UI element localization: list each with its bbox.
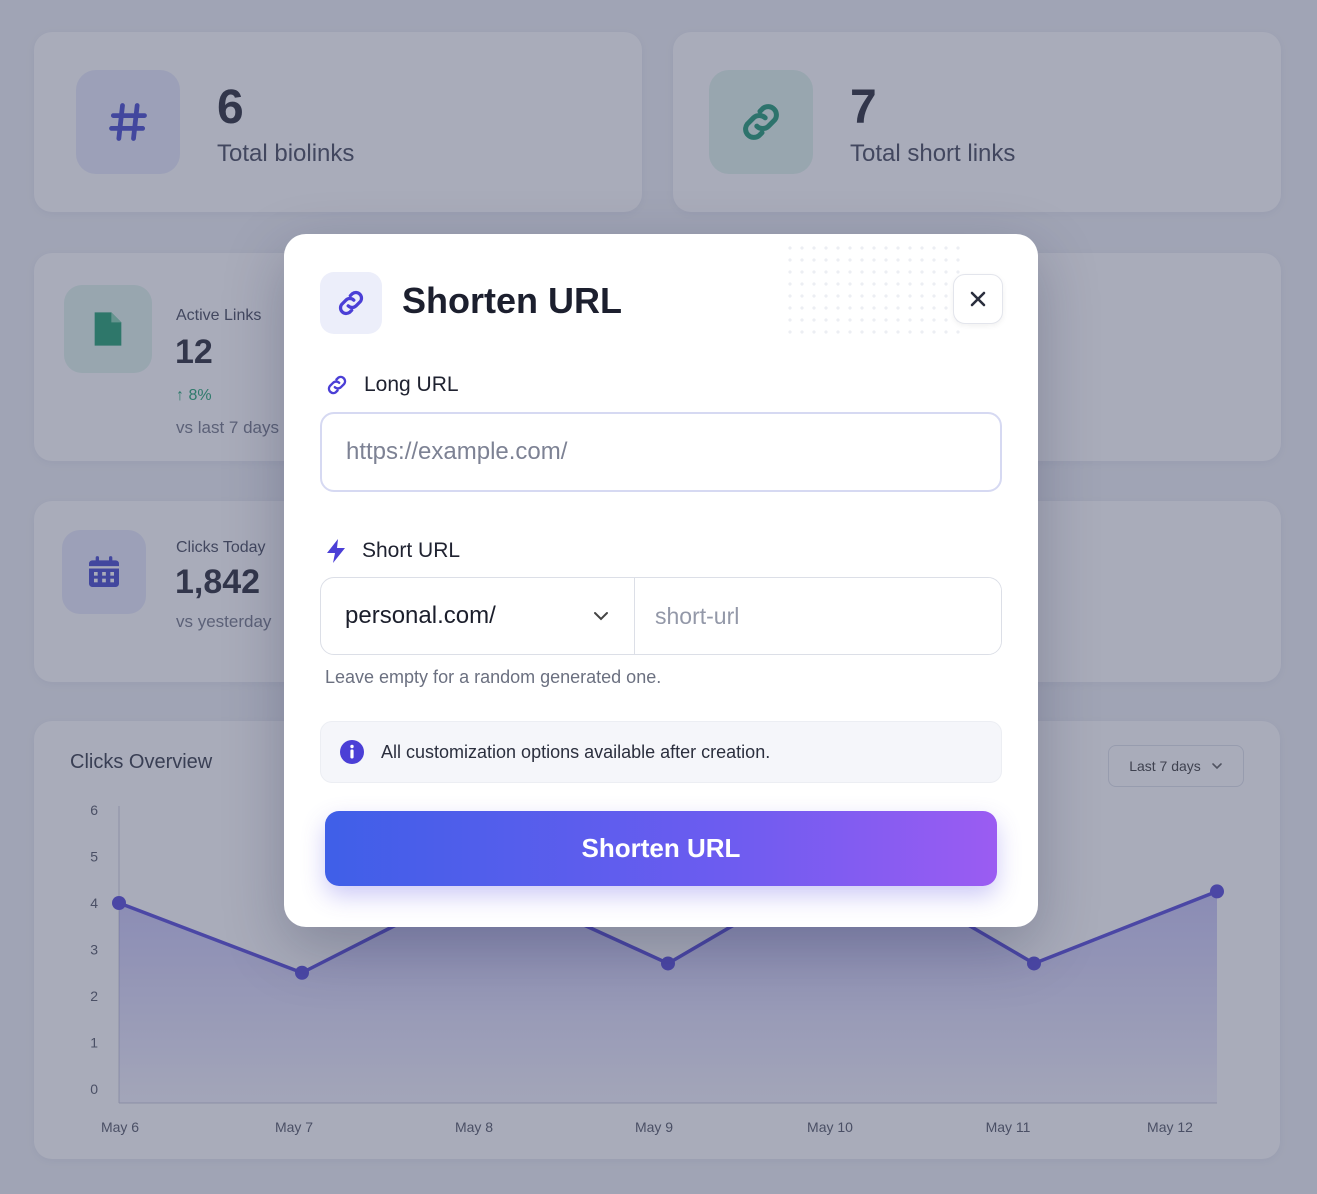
- domain-select-value: personal.com/: [345, 602, 496, 629]
- close-button[interactable]: [953, 274, 1003, 324]
- long-url-label-text: Long URL: [364, 373, 459, 396]
- short-url-label-text: Short URL: [362, 539, 461, 562]
- shorten-url-modal: Shorten URL Long URL Short URL personal.…: [284, 234, 1038, 927]
- shorten-url-button[interactable]: Shorten URL: [325, 811, 997, 886]
- modal-title: Shorten URL: [402, 280, 622, 321]
- close-icon: [970, 291, 986, 307]
- slug-input[interactable]: [635, 578, 1001, 654]
- short-url-row: personal.com/: [320, 577, 1002, 655]
- link-icon: [327, 375, 347, 395]
- chevron-down-icon: [594, 612, 608, 621]
- long-url-label: Long URL: [324, 372, 459, 398]
- long-url-input[interactable]: [320, 412, 1002, 492]
- info-notice: All customization options available afte…: [320, 721, 1002, 783]
- short-url-label: Short URL: [324, 538, 460, 564]
- dot-pattern-decoration: [784, 242, 964, 342]
- info-icon: [340, 740, 364, 764]
- domain-select[interactable]: personal.com/: [321, 578, 635, 654]
- link-icon: [320, 272, 382, 334]
- short-url-hint: Leave empty for a random generated one.: [325, 667, 662, 687]
- info-notice-text: All customization options available afte…: [381, 741, 771, 762]
- lightning-icon: [327, 539, 345, 563]
